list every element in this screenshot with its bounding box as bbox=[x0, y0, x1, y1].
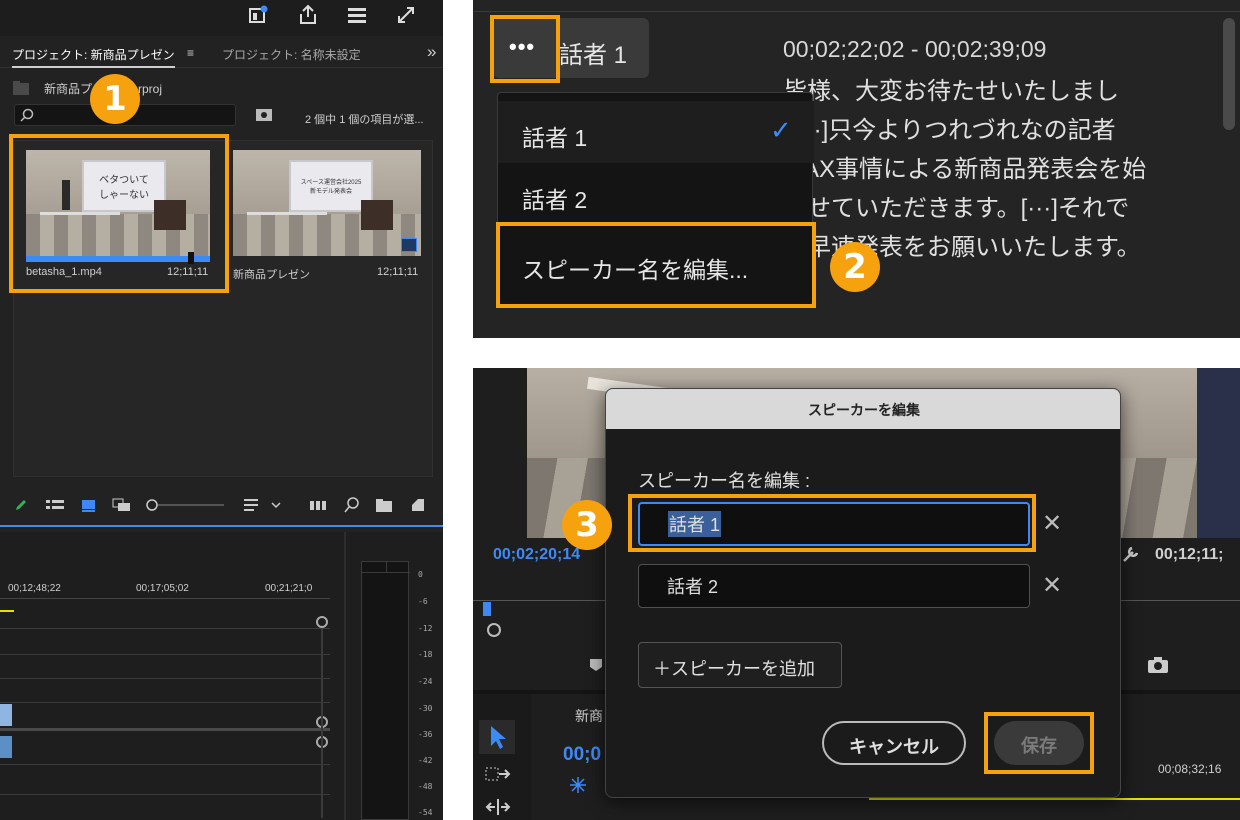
program-panel: 00;02;20;14 00;12;11; 新商 00;0 00;08;32;1… bbox=[473, 368, 1240, 820]
tab-project-new[interactable]: プロジェクト: 新商品プレゼン bbox=[12, 46, 175, 68]
highlight-edit-menu-item bbox=[496, 222, 816, 308]
timecode-3: 00;21;21;0 bbox=[265, 583, 313, 594]
check-icon: ✓ bbox=[770, 115, 792, 145]
meter-tick: -48 bbox=[418, 782, 433, 791]
duration-timecode: 00;12;11; bbox=[1155, 546, 1224, 563]
speaker-name-value-2: 話者 2 bbox=[667, 577, 719, 597]
pencil-icon[interactable] bbox=[14, 498, 28, 517]
clip-thumbnail-2: スペース運営会社2025 新モデル発表会 bbox=[233, 150, 421, 256]
transcript-line: 皆様、大変お待たせいたしまし bbox=[783, 78, 1119, 105]
transcript-timecode: 00;02;22;02 - 00;02;39;09 bbox=[783, 36, 1047, 62]
step-badge-3: 3 bbox=[562, 500, 612, 550]
meter-tick: -6 bbox=[418, 597, 428, 606]
cancel-button[interactable]: キャンセル bbox=[822, 721, 966, 765]
timecode-1: 00;12;48;22 bbox=[8, 583, 61, 594]
wrench-icon[interactable] bbox=[1121, 544, 1141, 569]
clip-item-2[interactable]: スペース運営会社2025 新モデル発表会 新商品プレゼン 12;11;11 bbox=[233, 150, 421, 282]
add-speaker-button[interactable]: ＋スピーカーを追加 bbox=[638, 642, 842, 688]
marker-icon[interactable] bbox=[589, 658, 603, 677]
menu-item-label: 話者 2 bbox=[522, 187, 588, 213]
clip-block-audio[interactable] bbox=[0, 736, 12, 758]
find-bin-icon[interactable] bbox=[255, 106, 273, 127]
add-speaker-label: ＋スピーカーを追加 bbox=[653, 659, 815, 679]
sequence-timecode: 00;0 bbox=[563, 744, 602, 765]
new-bin-icon[interactable] bbox=[376, 498, 394, 517]
zoom-slider[interactable] bbox=[146, 498, 226, 517]
folder-up-icon[interactable] bbox=[12, 80, 30, 101]
freeform-view-icon[interactable] bbox=[112, 498, 134, 517]
item-count: 2 個中 1 個の項目が選... bbox=[305, 114, 424, 126]
highlight-more-button bbox=[490, 15, 560, 83]
highlight-clip-1 bbox=[9, 134, 229, 293]
timecode-2: 00;17;05;02 bbox=[136, 583, 189, 594]
cancel-label: キャンセル bbox=[849, 737, 939, 757]
share-icon[interactable] bbox=[298, 4, 318, 31]
clip-2-screen-text: スペース運営会社2025 新モデル発表会 bbox=[300, 180, 362, 195]
speaker-name-field-2[interactable]: 話者 2 bbox=[638, 564, 1030, 608]
step-badge-2: 2 bbox=[830, 242, 880, 292]
highlight-speaker-field bbox=[628, 494, 1036, 552]
meter-tick: -30 bbox=[418, 704, 433, 713]
ripple-tool-icon[interactable] bbox=[485, 798, 511, 820]
meter-tick: -36 bbox=[418, 730, 433, 739]
bin-toolbar bbox=[0, 492, 443, 520]
expand-icon[interactable] bbox=[396, 5, 416, 30]
project-panel: プロジェクト: 新商品プレゼン ≡ プロジェクト: 名称未設定 » 新商品プレゼ… bbox=[0, 0, 443, 820]
automate-icon[interactable] bbox=[310, 498, 328, 517]
camera-icon[interactable] bbox=[1147, 656, 1169, 679]
menu-item-speaker-1[interactable]: 話者 1 ✓ bbox=[498, 101, 814, 163]
dialog-titlebar: スピーカーを編集 bbox=[606, 389, 1120, 429]
track-select-tool-icon[interactable] bbox=[485, 766, 511, 789]
playhead-timecode: 00;02;20;14 bbox=[493, 546, 581, 563]
transcript-scrollbar[interactable] bbox=[1223, 18, 1235, 130]
meter-tick: 0 bbox=[418, 570, 423, 579]
selection-tool-icon[interactable] bbox=[479, 720, 515, 754]
project-tabs: プロジェクト: 新商品プレゼン ≡ プロジェクト: 名称未設定 » bbox=[0, 38, 443, 68]
transcript-line: 。[···]只今よりつれづれなの記者 bbox=[767, 117, 1116, 144]
meter-tick: -54 bbox=[418, 808, 433, 817]
scrub-handle[interactable] bbox=[487, 623, 501, 637]
snap-icon[interactable] bbox=[569, 776, 587, 799]
more-tabs-icon[interactable]: » bbox=[427, 42, 436, 62]
remove-speaker-2-icon[interactable]: ✕ bbox=[1042, 571, 1062, 600]
meter-tick: -24 bbox=[418, 677, 433, 686]
transcript-text: 皆様、大変お待たせいたしまし 。[···]只今よりつれづれなの記者 MAX事情に… bbox=[767, 72, 1147, 267]
dialog-field-label: スピーカー名を編集 : bbox=[638, 471, 811, 491]
speaker-chip-label: 話者 1 bbox=[559, 42, 628, 69]
sequence-name: 新商 bbox=[575, 708, 603, 724]
playhead-marker[interactable] bbox=[483, 602, 491, 616]
transcript-line: させていただきます。[···]それで bbox=[783, 195, 1130, 222]
settings-list-icon[interactable] bbox=[346, 6, 368, 29]
panel-layout-icon[interactable] bbox=[248, 5, 268, 30]
remove-speaker-1-icon[interactable]: ✕ bbox=[1042, 509, 1062, 538]
sort-icon[interactable] bbox=[244, 498, 284, 517]
track-timecode: 00;08;32;16 bbox=[1158, 762, 1222, 776]
clip-block-video[interactable] bbox=[0, 704, 12, 726]
icon-view-icon[interactable] bbox=[82, 498, 96, 517]
clip-2-name: 新商品プレゼン bbox=[233, 269, 310, 281]
tools-panel bbox=[473, 694, 531, 820]
sequence-icon bbox=[401, 238, 417, 252]
tab-project-untitled[interactable]: プロジェクト: 名称未設定 bbox=[222, 46, 361, 63]
clip-2-duration: 12;11;11 bbox=[377, 266, 419, 278]
audio-meter bbox=[361, 561, 410, 820]
list-view-icon[interactable] bbox=[46, 499, 64, 517]
search-icon bbox=[20, 108, 34, 127]
transcript-line: MAX事情による新商品発表会を始 bbox=[783, 156, 1147, 183]
dialog-title: スピーカーを編集 bbox=[808, 402, 920, 418]
step-badge-1: 1 bbox=[90, 74, 140, 124]
menu-item-speaker-2[interactable]: 話者 2 bbox=[498, 165, 814, 225]
new-item-icon[interactable] bbox=[410, 497, 426, 518]
meter-tick: -12 bbox=[418, 624, 433, 633]
scroll-handle-top[interactable] bbox=[316, 616, 328, 628]
tab-menu-icon[interactable]: ≡ bbox=[187, 46, 194, 60]
highlight-save-button bbox=[984, 712, 1094, 774]
meter-tick: -42 bbox=[418, 756, 433, 765]
find-icon[interactable] bbox=[344, 497, 360, 518]
menu-item-label: 話者 1 bbox=[522, 125, 588, 151]
meter-tick: -18 bbox=[418, 650, 433, 659]
top-toolbar bbox=[0, 0, 443, 36]
timeline-area: 00;12;48;22 00;17;05;02 00;21;21;0 0 -6 … bbox=[0, 532, 443, 820]
